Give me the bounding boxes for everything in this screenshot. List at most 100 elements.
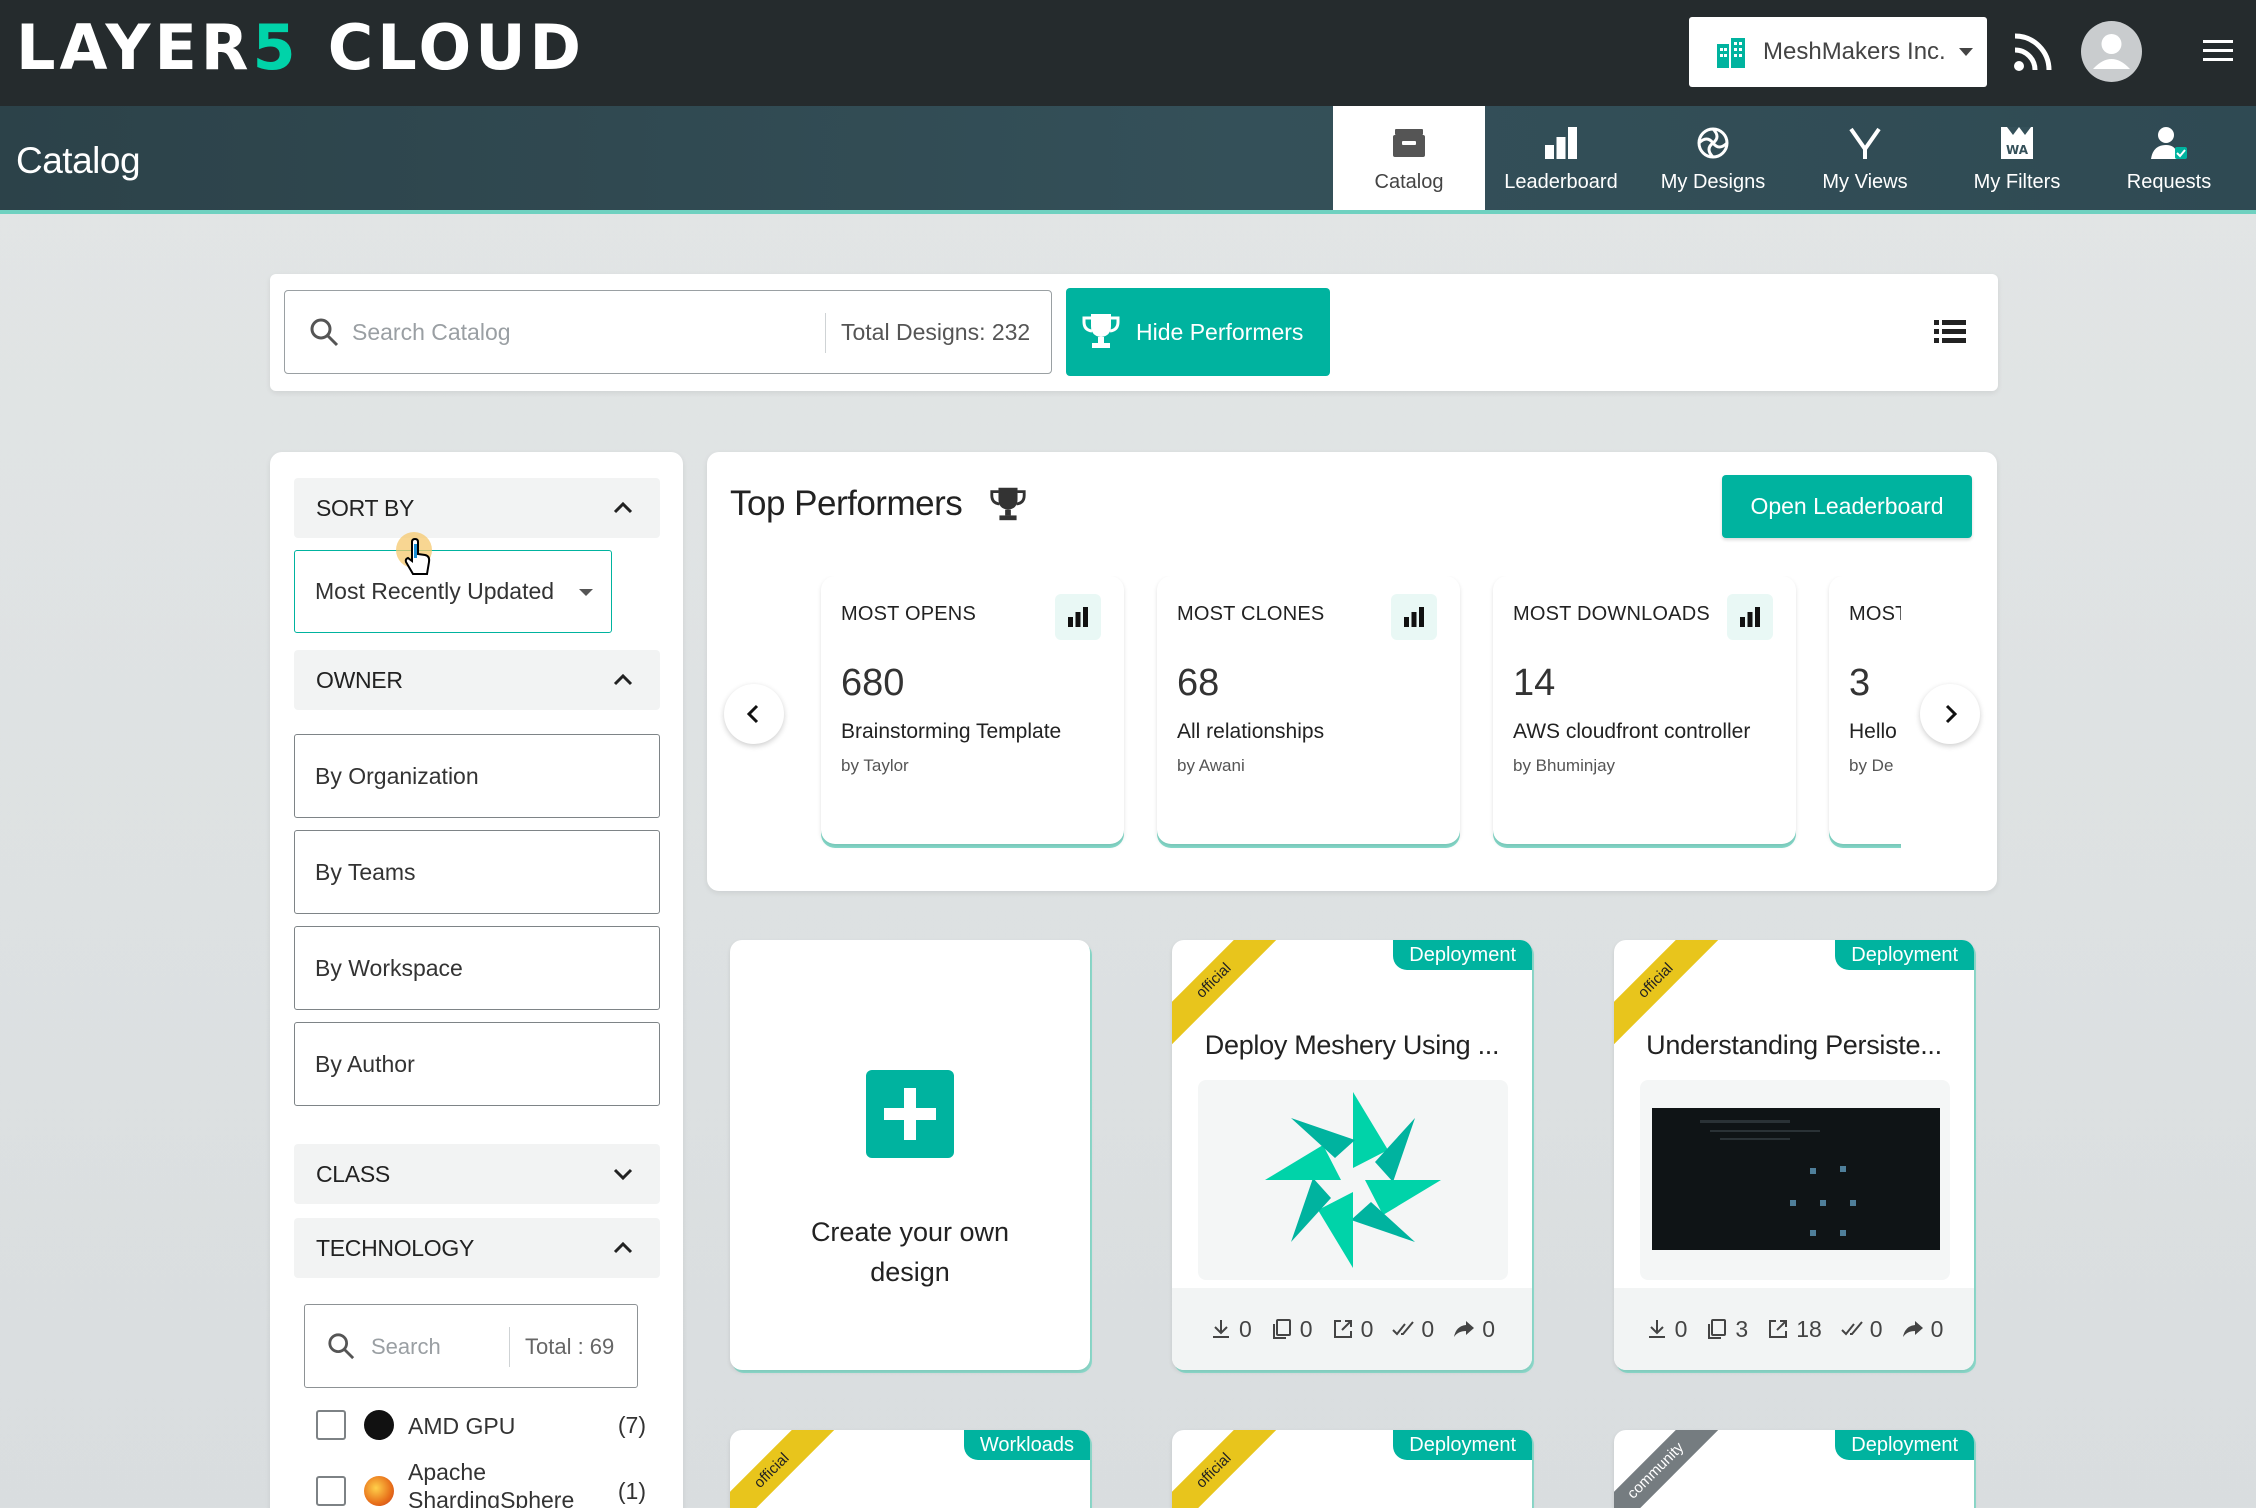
catalog-search-input[interactable]: Search Catalog Total Designs: 232	[284, 290, 1052, 374]
performer-value: 680	[841, 662, 905, 704]
stat-value: 0	[1421, 1315, 1435, 1342]
performer-author: by Taylor	[841, 756, 909, 775]
user-avatar[interactable]	[2081, 21, 2142, 82]
top-bar: LAYER 5 CLOUD MeshMakers Inc.	[0, 0, 2256, 106]
performer-metric: MOST VIEWS	[1849, 603, 1901, 625]
owner-by-teams[interactable]: By Teams	[294, 830, 660, 914]
hide-performers-label: Hide Performers	[1136, 318, 1304, 345]
stat-value: 0	[1239, 1315, 1252, 1342]
checkbox[interactable]	[316, 1410, 346, 1440]
chevron-up-icon	[613, 1241, 633, 1254]
clone-icon	[1708, 1319, 1727, 1339]
tab-requests[interactable]: Requests	[2093, 106, 2245, 210]
plus-icon	[866, 1070, 954, 1158]
tab-label: Leaderboard	[1504, 171, 1618, 193]
tech-name: AMD GPU	[408, 1413, 516, 1439]
downloads-stat: 0	[1209, 1316, 1252, 1343]
design-stats: 0 0 0 0 0	[1172, 1288, 1532, 1370]
owner-header[interactable]: OWNER	[294, 650, 660, 710]
sort-by-header[interactable]: SORT BY	[294, 478, 660, 538]
design-card[interactable]: official Deployment Deploy Meshery Using…	[1172, 940, 1532, 1370]
official-ribbon: official	[1172, 1430, 1282, 1508]
rss-feed-icon[interactable]	[2011, 30, 2055, 74]
layer5-cloud-logo[interactable]: LAYER 5 CLOUD	[16, 11, 585, 84]
total-designs-count: Total Designs: 232	[841, 319, 1031, 345]
performer-author: by Awani	[1177, 756, 1245, 775]
design-card[interactable]: official Deployment Understanding Persis…	[1614, 940, 1974, 1370]
deploys-stat: 0	[1391, 1316, 1434, 1343]
tab-label: My Designs	[1660, 171, 1766, 193]
class-header[interactable]: CLASS	[294, 1144, 660, 1204]
amd-logo-icon	[364, 1410, 394, 1440]
top-performers-title: Top Performers	[730, 484, 963, 523]
carousel-next-button[interactable]	[1920, 684, 1980, 744]
logo-text-five: 5	[252, 10, 300, 84]
owner-by-workspace[interactable]: By Workspace	[294, 926, 660, 1010]
share-icon	[1454, 1321, 1475, 1337]
open-leaderboard-button[interactable]: Open Leaderboard	[1722, 475, 1972, 538]
trophy-icon	[990, 487, 1026, 521]
designs-icon	[1697, 127, 1729, 159]
clone-icon	[1272, 1319, 1291, 1339]
design-card[interactable]: official Workloads	[730, 1430, 1090, 1508]
double-check-icon	[1392, 1321, 1415, 1336]
chevron-down-icon	[1959, 48, 1973, 56]
performer-value: 68	[1177, 662, 1220, 704]
performer-card-partial[interactable]: MOST VIEWS 3 Hello by De	[1829, 576, 1901, 844]
chevron-down-icon	[579, 589, 593, 596]
tab-catalog[interactable]: Catalog	[1333, 106, 1485, 210]
tech-item-amd-gpu[interactable]: AMD GPU (7)	[316, 1402, 646, 1448]
sort-by-label: SORT BY	[316, 494, 415, 521]
hide-performers-button[interactable]: Hide Performers	[1066, 288, 1330, 376]
apache-logo-icon	[364, 1476, 394, 1506]
performer-metric: MOST CLONES	[1177, 603, 1325, 625]
hamburger-menu-icon[interactable]	[2203, 38, 2233, 64]
tab-leaderboard[interactable]: Leaderboard	[1485, 106, 1637, 210]
tech-item-apache-shardingsphere[interactable]: Apache ShardingSphere (1)	[316, 1459, 646, 1508]
bar-chart-icon	[1740, 607, 1760, 627]
performer-author: by Bhuminjay	[1513, 756, 1616, 775]
views-icon	[1849, 127, 1881, 159]
checkbox[interactable]	[316, 1476, 346, 1506]
owner-by-author[interactable]: By Author	[294, 1022, 660, 1106]
deploys-stat: 0	[1840, 1316, 1883, 1343]
clones-stat: 0	[1270, 1316, 1313, 1343]
bar-chart-icon	[1404, 607, 1424, 627]
design-type-badge: Deployment	[1835, 940, 1974, 970]
tech-count: (1)	[617, 1478, 646, 1504]
chevron-right-icon	[1945, 704, 1958, 724]
performer-value: 14	[1513, 662, 1556, 704]
design-preview-image	[1652, 1108, 1940, 1250]
performer-card-most-clones[interactable]: MOST CLONES 68 All relationships by Awan…	[1157, 576, 1460, 844]
create-design-card[interactable]: Create your own design	[730, 940, 1090, 1370]
carousel-prev-button[interactable]	[724, 684, 784, 744]
ribbon: official	[1172, 1430, 1282, 1508]
leaderboard-icon	[1545, 127, 1577, 159]
performer-card-most-downloads[interactable]: MOST DOWNLOADS 14 AWS cloudfront control…	[1493, 576, 1796, 844]
chevron-left-icon	[746, 704, 759, 724]
design-card[interactable]: official Deployment	[1172, 1430, 1532, 1508]
tab-my-views[interactable]: My Views	[1789, 106, 1941, 210]
user-icon	[2093, 34, 2130, 69]
design-card[interactable]: community Deployment	[1614, 1430, 1974, 1508]
list-view-icon[interactable]	[1934, 318, 1966, 346]
catalog-search-card: Search Catalog Total Designs: 232 Hide P…	[270, 274, 1998, 391]
stat-value: 0	[1299, 1315, 1313, 1342]
chevron-up-icon	[613, 501, 633, 514]
performer-metric: MOST DOWNLOADS	[1513, 603, 1710, 625]
performer-card-most-opens[interactable]: MOST OPENS 680 Brainstorming Template by…	[821, 576, 1124, 844]
clones-stat: 3	[1705, 1316, 1748, 1343]
tab-my-designs[interactable]: My Designs	[1637, 106, 1789, 210]
owner-by-organization[interactable]: By Organization	[294, 734, 660, 818]
tab-my-filters[interactable]: WA My Filters	[1941, 106, 2093, 210]
sort-select[interactable]: Most Recently Updated	[294, 550, 612, 633]
ribbon: community	[1614, 1430, 1724, 1508]
technology-header[interactable]: TECHNOLOGY	[294, 1218, 660, 1278]
performer-value: 3	[1849, 662, 1871, 704]
technology-search-input[interactable]: Search Total : 69	[304, 1304, 638, 1388]
divider	[509, 1327, 510, 1367]
share-icon	[1902, 1321, 1923, 1337]
top-performers-panel: Top Performers Open Leaderboard MOST OPE…	[707, 452, 1997, 891]
performer-design-name: AWS cloudfront controller	[1513, 720, 1751, 743]
organization-select[interactable]: MeshMakers Inc.	[1689, 17, 1987, 87]
